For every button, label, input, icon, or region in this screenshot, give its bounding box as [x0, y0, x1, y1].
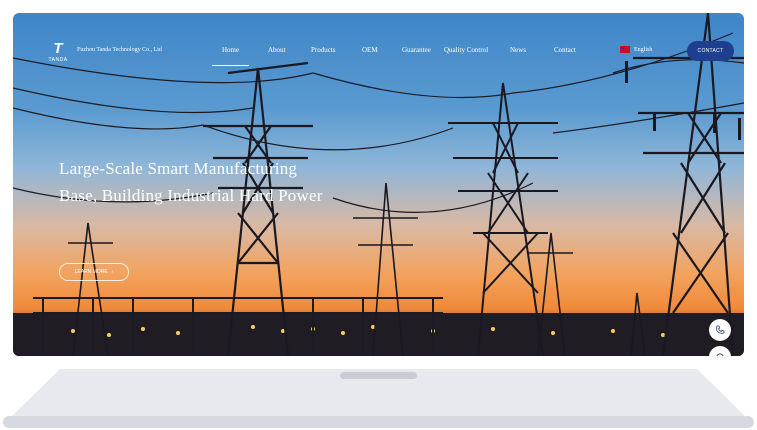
language-selector[interactable]: English — [620, 46, 652, 53]
nav-oem[interactable]: OEM — [362, 46, 378, 54]
logo-wordmark: TANDA — [48, 57, 68, 63]
phone-button[interactable] — [709, 319, 731, 341]
contact-button[interactable]: CONTACT — [687, 41, 734, 61]
flag-icon — [620, 46, 630, 53]
company-name: Fuzhou Tanda Technology Co., Ltd — [77, 47, 162, 53]
nav-home[interactable]: Home — [222, 46, 239, 54]
brand-logo[interactable]: T TANDA — [46, 41, 70, 63]
hero-title: Large-Scale Smart Manufacturing Base, Bu… — [59, 159, 323, 205]
nav-active-indicator — [212, 65, 249, 66]
chat-icon — [716, 353, 724, 356]
phone-icon — [716, 325, 725, 334]
laptop-screen: T TANDA Fuzhou Tanda Technology Co., Ltd… — [13, 13, 744, 356]
arrow-right-icon: › — [111, 269, 114, 275]
nav-products[interactable]: Products — [311, 46, 336, 54]
language-label: English — [634, 46, 653, 53]
laptop-notch — [340, 372, 417, 379]
learn-more-button[interactable]: LEARN MORE › — [59, 263, 129, 281]
nav-news[interactable]: News — [510, 46, 526, 54]
logo-mark: T — [53, 40, 63, 57]
learn-more-label: LEARN MORE — [74, 269, 108, 275]
nav-about[interactable]: About — [268, 46, 286, 54]
nav-guarantee[interactable]: Guarantee — [402, 46, 431, 54]
nav-contact[interactable]: Contact — [554, 46, 576, 54]
nav-quality-control[interactable]: Quality Control — [444, 46, 488, 54]
